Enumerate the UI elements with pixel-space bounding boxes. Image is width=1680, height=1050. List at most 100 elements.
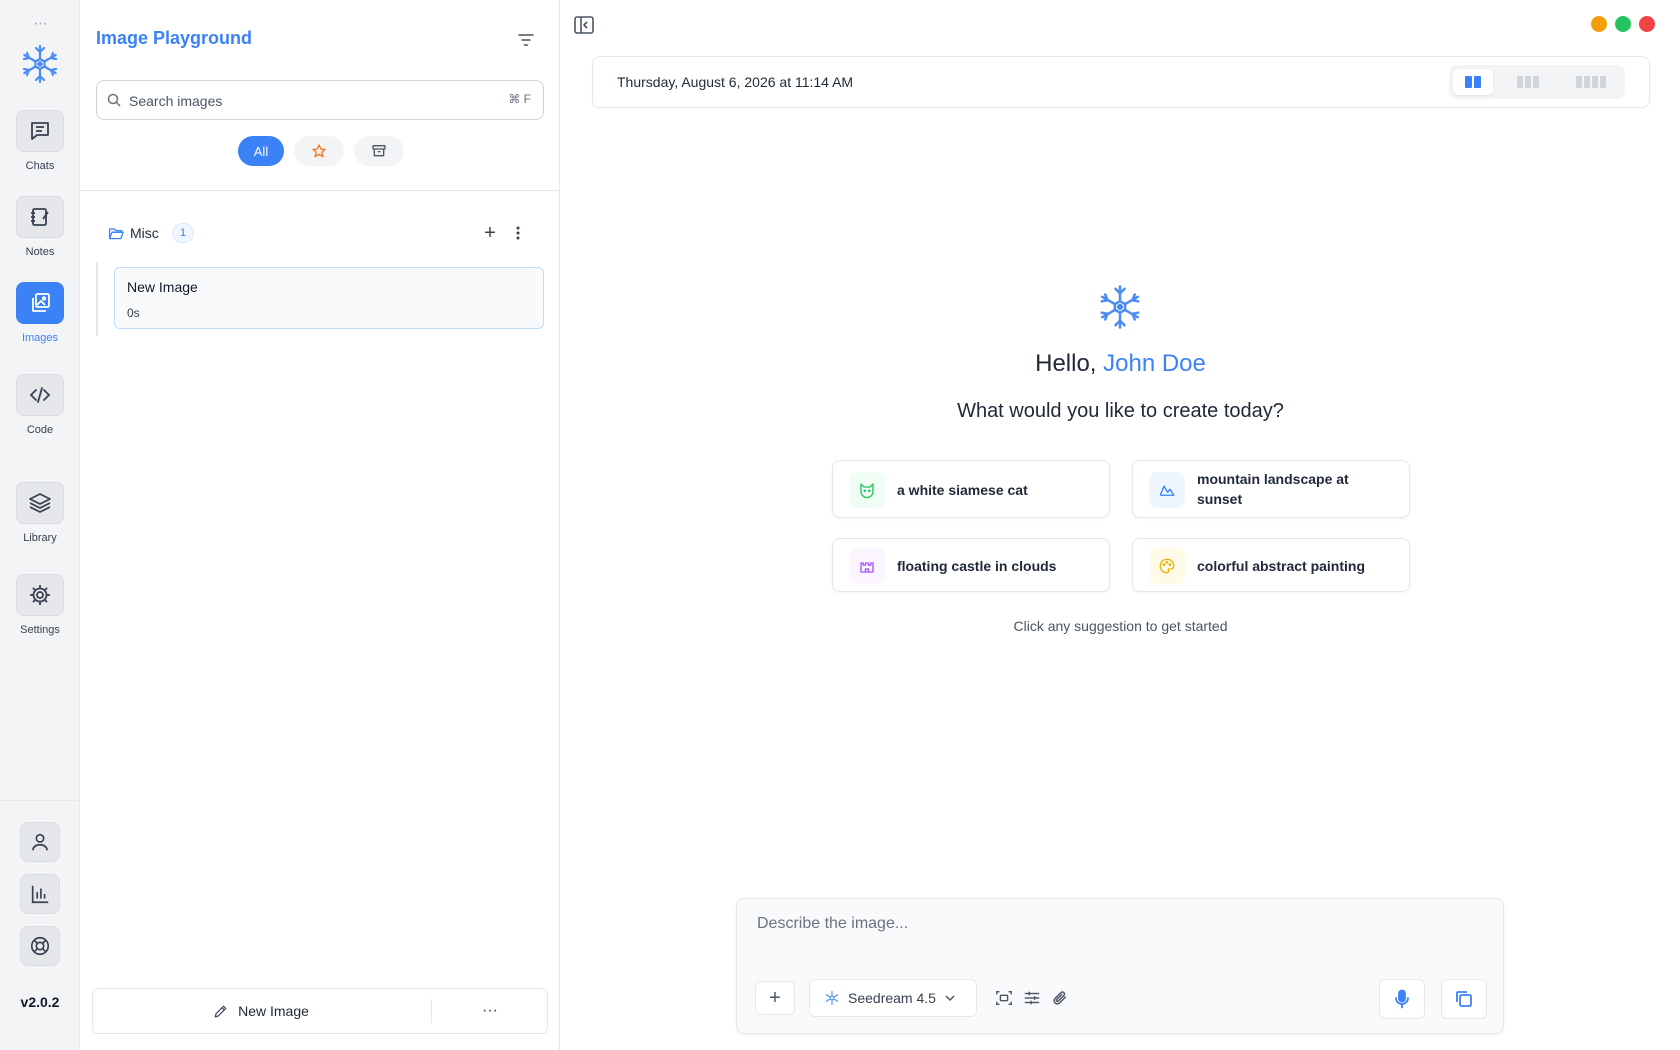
column-icon (1576, 76, 1582, 88)
chevron-down-icon (945, 995, 955, 1002)
window-minimize-button[interactable] (1591, 16, 1607, 32)
greeting: Hello, John Doe (561, 350, 1680, 378)
column-icon (1474, 76, 1481, 88)
rail-item-code[interactable]: Code (0, 374, 80, 436)
suggestion-card[interactable]: mountain landscape at sunset (1132, 460, 1410, 518)
model-logo-icon (825, 990, 839, 1006)
paperclip-icon[interactable] (1051, 989, 1069, 1007)
folder-name: Misc (130, 225, 159, 241)
archive-icon (372, 145, 386, 157)
folder-more-icon[interactable] (508, 222, 528, 244)
layout-2-columns-button[interactable] (1453, 69, 1493, 95)
filter-pills: All (238, 136, 404, 166)
images-icon (16, 282, 64, 324)
image-sidebar: Image Playground ⌘ F All Misc 1 + New Im… (80, 0, 560, 1050)
microphone-icon (1395, 989, 1409, 1009)
rail-label-settings: Settings (20, 624, 60, 636)
code-icon (16, 374, 64, 416)
rail-label-code: Code (26, 424, 54, 436)
rail-item-library[interactable]: Library (0, 482, 80, 544)
castle-icon (849, 548, 885, 584)
folder-count-badge: 1 (172, 223, 194, 243)
search-icon (107, 93, 121, 107)
add-attachment-button[interactable]: + (755, 981, 795, 1015)
app-rail: ⋯ Chats Notes Images Code Library Settin… (0, 0, 80, 1050)
chart-icon[interactable] (20, 874, 60, 914)
help-icon[interactable] (20, 926, 60, 966)
filter-icon[interactable] (516, 30, 536, 50)
rail-divider (0, 800, 80, 801)
new-image-button[interactable]: New Image (93, 989, 429, 1033)
suggestion-text: colorful abstract painting (1197, 558, 1366, 574)
rail-item-chats[interactable]: Chats (0, 110, 80, 172)
layout-3-columns-button[interactable] (1501, 69, 1555, 95)
filter-favorites-pill[interactable] (294, 136, 344, 166)
gear-icon (16, 574, 64, 616)
sidebar-toggle-icon[interactable] (573, 14, 595, 36)
layout-toggle (1449, 65, 1625, 99)
user-name: John Doe (1103, 350, 1206, 377)
scan-icon[interactable] (995, 989, 1013, 1007)
suggestion-hint: Click any suggestion to get started (1013, 618, 1228, 634)
window-close-button[interactable] (1639, 16, 1655, 32)
model-selector[interactable]: Seedream 4.5 (809, 979, 977, 1017)
date-bar: Thursday, August 6, 2026 at 11:14 AM (592, 56, 1650, 108)
image-item-meta: 0s (127, 306, 140, 320)
column-icon (1517, 76, 1523, 88)
folder-misc[interactable]: Misc 1 + (108, 222, 548, 246)
copy-icon (1456, 991, 1472, 1007)
rail-item-images[interactable]: Images (0, 282, 80, 344)
column-icon (1525, 76, 1531, 88)
rail-item-settings[interactable]: Settings (0, 574, 80, 636)
add-to-folder-button[interactable]: + (480, 222, 500, 244)
app-version: v2.0.2 (20, 994, 60, 1010)
search-input[interactable] (129, 89, 489, 113)
filter-archive-pill[interactable] (354, 136, 404, 166)
prompt-input[interactable] (757, 915, 1477, 955)
star-icon (312, 144, 326, 158)
suggestion-card[interactable]: colorful abstract painting (1132, 538, 1410, 592)
main-area: Thursday, August 6, 2026 at 11:14 AM Hel… (561, 0, 1680, 1050)
current-date: Thursday, August 6, 2026 at 11:14 AM (617, 74, 854, 90)
prompt-composer: + Seedream 4.5 (736, 898, 1504, 1034)
column-icon (1465, 76, 1472, 88)
hero-logo-icon (1100, 285, 1140, 329)
more-options-button[interactable]: ··· (433, 989, 547, 1033)
new-image-label: New Image (238, 1003, 309, 1019)
greeting-hello: Hello, (1035, 350, 1097, 377)
sliders-icon[interactable] (1023, 989, 1041, 1007)
palette-icon (1149, 548, 1185, 584)
image-list-item[interactable]: New Image 0s (114, 267, 544, 329)
rail-label-images: Images (21, 332, 59, 344)
generate-button[interactable] (1441, 979, 1487, 1019)
rail-label-notes: Notes (25, 246, 55, 258)
user-icon[interactable] (20, 822, 60, 862)
suggestion-text: mountain landscape at sunset (1197, 471, 1349, 507)
chat-icon (16, 110, 64, 152)
tree-line (96, 262, 98, 336)
window-maximize-button[interactable] (1615, 16, 1631, 32)
sidebar-footer: New Image ··· (92, 988, 548, 1034)
search-box: ⌘ F (96, 80, 544, 120)
mountain-icon (1149, 472, 1185, 508)
sidebar-title: Image Playground (96, 28, 253, 48)
image-item-title: New Image (127, 279, 198, 295)
suggestion-card[interactable]: a white siamese cat (832, 460, 1110, 518)
drag-handle-icon[interactable]: ⋯ (30, 16, 50, 30)
filter-all-pill[interactable]: All (238, 136, 284, 166)
column-icon (1592, 76, 1598, 88)
folder-open-icon (108, 228, 124, 240)
rail-label-chats: Chats (25, 160, 55, 172)
suggestion-card[interactable]: floating castle in clouds (832, 538, 1110, 592)
notes-icon (16, 196, 64, 238)
layout-4-columns-button[interactable] (1561, 69, 1621, 95)
suggestion-text: a white siamese cat (897, 482, 1028, 498)
microphone-button[interactable] (1379, 979, 1425, 1019)
column-icon (1533, 76, 1539, 88)
model-name: Seedream 4.5 (848, 990, 936, 1006)
pencil-icon (214, 1005, 227, 1017)
rail-label-library: Library (23, 532, 57, 544)
greeting-subtitle: What would you like to create today? (957, 400, 1284, 422)
cat-icon (849, 472, 885, 508)
rail-item-notes[interactable]: Notes (0, 196, 80, 258)
